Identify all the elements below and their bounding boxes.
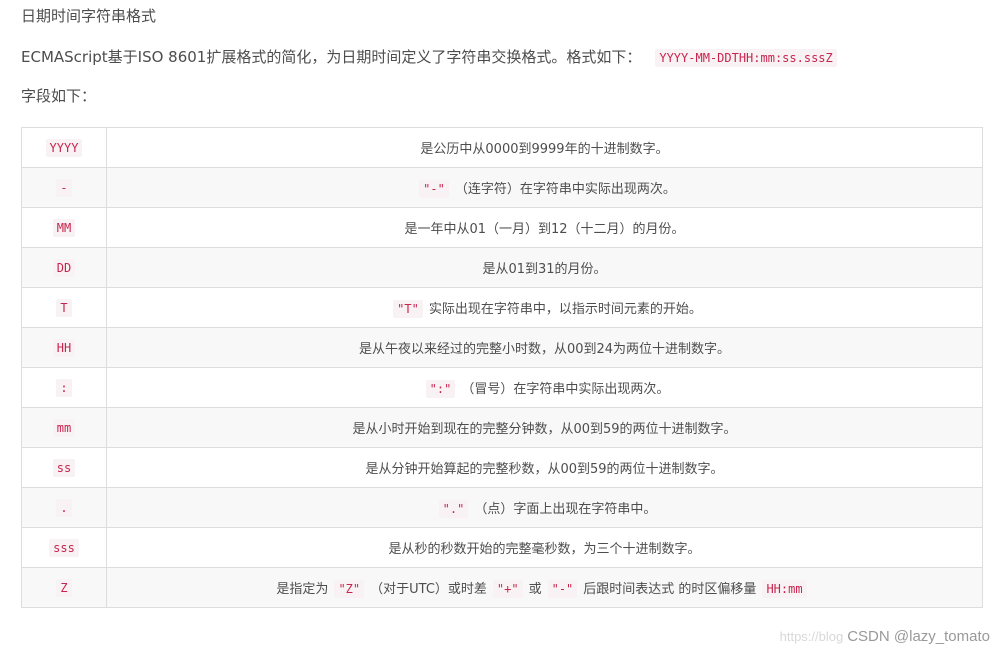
table-row: . "." （点）字面上出现在字符串中。 bbox=[21, 487, 983, 528]
field-key-cell: MM bbox=[21, 207, 107, 248]
field-key-code: ss bbox=[52, 458, 76, 477]
description-text: 是一年中从01（一月）到12（十二月）的月份。 bbox=[404, 222, 685, 237]
intro-text: ECMAScript基于ISO 8601扩展格式的简化，为日期时间定义了字符串交… bbox=[21, 48, 642, 66]
field-description-cell: 是从小时开始到现在的完整分钟数，从00到59的两位十进制数字。 bbox=[106, 407, 983, 448]
table-row: YYYY 是公历中从0000到9999年的十进制数字。 bbox=[21, 127, 983, 168]
field-description-cell: 是从01到31的月份。 bbox=[106, 247, 983, 288]
field-key-code: : bbox=[56, 378, 72, 397]
watermark-text: CSDN @lazy_tomato bbox=[847, 628, 990, 645]
description-text: （对于UTC）或时差 bbox=[370, 581, 487, 597]
watermark: https://blog CSDN @lazy_tomato bbox=[780, 628, 990, 645]
description-text: 是从小时开始到现在的完整分钟数，从00到59的两位十进制数字。 bbox=[352, 422, 737, 437]
field-key-code: - bbox=[56, 178, 72, 197]
description-code: "-" bbox=[419, 179, 449, 198]
description-code: HH:mm bbox=[762, 579, 807, 598]
field-key-code: MM bbox=[52, 218, 76, 237]
field-description-cell: 是从午夜以来经过的完整小时数，从00到24为两位十进制数字。 bbox=[106, 327, 983, 368]
description-code: ":" bbox=[425, 379, 456, 398]
field-key-code: T bbox=[56, 298, 72, 317]
table-row: - "-" （连字符）在字符串中实际出现两次。 bbox=[21, 167, 983, 208]
table-row: HH 是从午夜以来经过的完整小时数，从00到24为两位十进制数字。 bbox=[21, 327, 983, 368]
field-key-cell: T bbox=[21, 287, 107, 328]
description-text: 是从分钟开始算起的完整秒数，从00到59的两位十进制数字。 bbox=[365, 462, 724, 477]
description-text: 后跟时间表达式 的时区偏移量 bbox=[583, 581, 757, 597]
table-row: ss 是从分钟开始算起的完整秒数，从00到59的两位十进制数字。 bbox=[21, 447, 983, 488]
table-row: Z 是指定为 "Z" （对于UTC）或时差 "+" 或 "-" 后跟时间表达式 的时区偏移量 H… bbox=[21, 567, 983, 608]
field-key-cell: - bbox=[21, 167, 107, 208]
format-code: YYYY-MM-DDTHH:mm:ss.sssZ bbox=[655, 49, 837, 67]
description-text: 是从秒的秒数开始的完整毫秒数，为三个十进制数字。 bbox=[388, 542, 701, 557]
field-description-cell: ":" （冒号）在字符串中实际出现两次。 bbox=[106, 367, 983, 408]
article-body: 日期时间字符串格式 ECMAScript基于ISO 8601扩展格式的简化，为日… bbox=[21, 0, 983, 608]
field-key-cell: DD bbox=[21, 247, 107, 288]
description-code: "T" bbox=[393, 299, 423, 318]
field-key-cell: . bbox=[21, 487, 107, 528]
description-text: 实际出现在字符串中，以指示时间元素的开始。 bbox=[428, 301, 702, 317]
field-key-cell: : bbox=[21, 367, 107, 408]
fields-table: YYYY 是公历中从0000到9999年的十进制数字。 - "-" （连字符）在字符串中… bbox=[21, 127, 983, 608]
section-heading: 日期时间字符串格式 bbox=[21, 7, 157, 25]
field-description-cell: 是从秒的秒数开始的完整毫秒数，为三个十进制数字。 bbox=[106, 527, 983, 568]
table-row: sss 是从秒的秒数开始的完整毫秒数，为三个十进制数字。 bbox=[21, 527, 983, 568]
field-key-cell: mm bbox=[21, 407, 107, 448]
description-code: "Z" bbox=[334, 579, 365, 598]
field-key-cell: YYYY bbox=[21, 127, 107, 168]
description-text: 是指定为 bbox=[276, 581, 329, 597]
field-key-cell: Z bbox=[21, 567, 107, 608]
table-row: DD 是从01到31的月份。 bbox=[21, 247, 983, 288]
watermark-url: https://blog bbox=[779, 629, 844, 644]
table-row: : ":" （冒号）在字符串中实际出现两次。 bbox=[21, 367, 983, 408]
field-description-cell: 是一年中从01（一月）到12（十二月）的月份。 bbox=[106, 207, 983, 248]
field-key-code: YYYY bbox=[45, 138, 83, 157]
field-key-cell: ss bbox=[21, 447, 107, 488]
description-text: 或 bbox=[528, 581, 542, 597]
field-key-code: sss bbox=[49, 538, 79, 557]
description-text: 是从01到31的月份。 bbox=[482, 262, 607, 277]
description-code: "." bbox=[438, 499, 469, 518]
intro-paragraph: ECMAScript基于ISO 8601扩展格式的简化，为日期时间定义了字符串交… bbox=[21, 46, 983, 68]
table-row: MM 是一年中从01（一月）到12（十二月）的月份。 bbox=[21, 207, 983, 248]
field-description-cell: "-" （连字符）在字符串中实际出现两次。 bbox=[106, 167, 983, 208]
description-text: （连字符）在字符串中实际出现两次。 bbox=[454, 181, 676, 197]
field-key-code: . bbox=[56, 498, 72, 517]
description-text: （冒号）在字符串中实际出现两次。 bbox=[461, 381, 670, 397]
fields-label: 字段如下： bbox=[21, 87, 97, 105]
description-text: （点）字面上出现在字符串中。 bbox=[474, 501, 657, 517]
field-description-cell: 是公历中从0000到9999年的十进制数字。 bbox=[106, 127, 983, 168]
table-row: T "T" 实际出现在字符串中，以指示时间元素的开始。 bbox=[21, 287, 983, 328]
field-description-cell: "." （点）字面上出现在字符串中。 bbox=[106, 487, 983, 528]
field-key-code: HH bbox=[52, 338, 76, 357]
field-key-code: DD bbox=[52, 258, 76, 277]
table-row: mm 是从小时开始到现在的完整分钟数，从00到59的两位十进制数字。 bbox=[21, 407, 983, 448]
field-description-cell: "T" 实际出现在字符串中，以指示时间元素的开始。 bbox=[106, 287, 983, 328]
field-key-code: mm bbox=[52, 418, 76, 437]
description-text: 是从午夜以来经过的完整小时数，从00到24为两位十进制数字。 bbox=[358, 342, 731, 357]
description-text: 是公历中从0000到9999年的十进制数字。 bbox=[420, 142, 669, 157]
description-code: "-" bbox=[547, 579, 578, 598]
description-code: "+" bbox=[492, 579, 523, 598]
field-key-cell: HH bbox=[21, 327, 107, 368]
field-description-cell: 是从分钟开始算起的完整秒数，从00到59的两位十进制数字。 bbox=[106, 447, 983, 488]
field-key-cell: sss bbox=[21, 527, 107, 568]
field-key-code: Z bbox=[56, 578, 72, 597]
field-description-cell: 是指定为 "Z" （对于UTC）或时差 "+" 或 "-" 后跟时间表达式 的时区偏移量 HH… bbox=[106, 567, 983, 608]
